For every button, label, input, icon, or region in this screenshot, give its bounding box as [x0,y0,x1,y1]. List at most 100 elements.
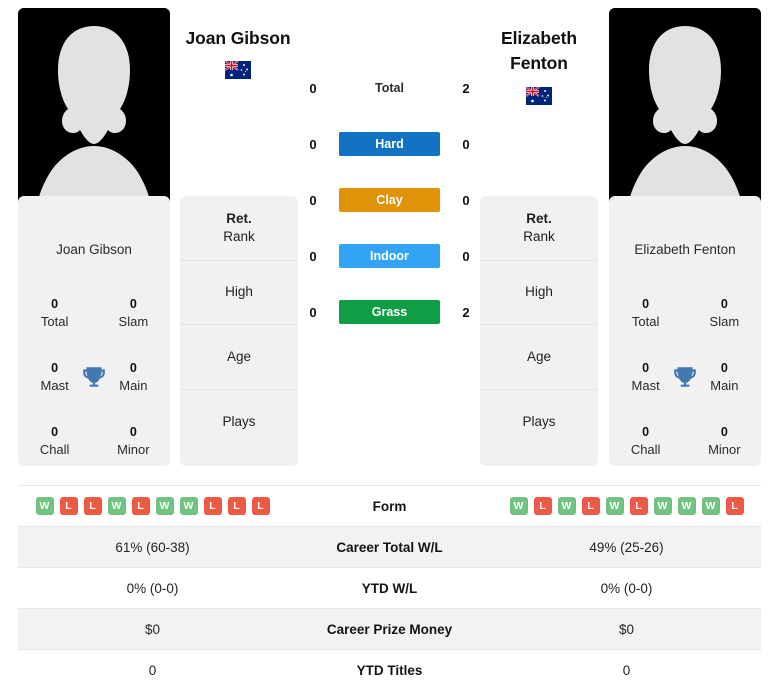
stat-mast-left: 0 Mast [32,359,77,395]
h2h-left-score: 0 [309,248,317,264]
australia-flag-glyph [526,86,552,105]
stat-chall-value-left: 0 [51,425,59,440]
stat-minor-label-left: Minor [117,442,150,458]
attribute-plays-right: Plays [480,390,598,455]
comparison-row: 0% (0-0) YTD W/L 0% (0-0) [18,567,761,608]
stat-chall-right: 0 Chall [623,423,668,459]
form-badge-win[interactable]: W [605,497,624,515]
stat-slam-right: 0 Slam [702,295,747,331]
form-badge-loss[interactable]: L [59,497,78,515]
h2h-left-score: 0 [309,136,317,152]
h2h-row-total: 0 Total 2 [300,60,479,116]
stat-mast-label-left: Mast [40,378,69,394]
form-badge-loss[interactable]: L [131,497,150,515]
comparison-row-label: Form [372,498,407,514]
person-silhouette-icon [18,8,170,223]
attribute-age-label-right: Age [526,348,552,364]
h2h-surface-badge-clay[interactable]: Clay [339,188,440,212]
form-badge-win[interactable]: W [509,497,528,515]
stat-mast-label-right: Mast [631,378,660,394]
player-photo-left [18,8,170,223]
titles-grid-left: 0 Total 0 Slam 0 Mast 0 Main 0 Chall 0 M… [18,281,170,473]
form-badge-win[interactable]: W [653,497,672,515]
player-attributes-card-right: Ret. Rank High Age Plays [480,196,598,466]
comparison-row-label: YTD W/L [361,580,418,596]
trophy-icon [668,364,701,390]
player-name-left: Joan Gibson [185,28,291,48]
player-card-name-left: Joan Gibson [56,242,132,257]
h2h-right-score: 0 [462,192,470,208]
h2h-surface-badge-grass[interactable]: Grass [339,300,440,324]
form-strip-right: WLWLWLWWWL [492,497,761,515]
h2h-left-score: 0 [309,192,317,208]
stat-slam-label-right: Slam [709,314,740,330]
form-badge-win[interactable]: W [107,497,126,515]
comparison-value-right: 0 [622,662,631,678]
titles-grid-right: 0 Total 0 Slam 0 Mast 0 Main 0 Chall 0 M… [609,281,761,473]
stat-main-label-right: Main [710,378,739,394]
form-badge-loss[interactable]: L [629,497,648,515]
stat-chall-label-left: Chall [39,442,70,458]
h2h-surface-badge-total[interactable]: Total [339,76,440,100]
stat-chall-value-right: 0 [642,425,650,440]
comparison-value-right: 49% (25-26) [589,539,664,555]
stat-main-right: 0 Main [702,359,747,395]
attribute-high-label-left: High [225,284,253,300]
stat-chall-label-right: Chall [630,442,661,458]
form-badge-win[interactable]: W [155,497,174,515]
titles-row-total-slam-right: 0 Total 0 Slam [609,281,761,345]
attribute-age-left: Age [180,325,298,390]
trophy-icon-glyph [674,367,696,387]
titles-row-chall-minor-left: 0 Chall 0 Minor [18,409,170,473]
comparison-value-left: 61% (60-38) [115,539,190,555]
h2h-surface-badge-indoor[interactable]: Indoor [339,244,440,268]
stat-minor-left: 0 Minor [111,423,156,459]
titles-row-total-slam-left: 0 Total 0 Slam [18,281,170,345]
form-badge-loss[interactable]: L [251,497,270,515]
stat-minor-value-right: 0 [720,425,728,440]
form-badge-loss[interactable]: L [581,497,600,515]
head-to-head-top-section: Joan Gibson 0 Total 0 Slam 0 Mast 0 Main… [0,0,779,478]
attribute-ret-rank-right: Ret. Rank [480,196,598,261]
australia-flag-glyph [225,61,251,80]
attribute-ret-title-right: Ret. [526,210,552,226]
attribute-high-right: High [480,261,598,325]
stat-slam-value-left: 0 [129,297,137,312]
h2h-row-indoor: 0 Indoor 0 [300,228,479,284]
stat-slam-value-right: 0 [720,297,728,312]
stat-minor-right: 0 Minor [702,423,747,459]
form-badge-win[interactable]: W [35,497,54,515]
form-badge-loss[interactable]: L [203,497,222,515]
attribute-age-right: Age [480,325,598,390]
form-badge-win[interactable]: W [701,497,720,515]
stat-main-value-right: 0 [720,361,728,376]
form-badge-loss[interactable]: L [533,497,552,515]
form-badge-win[interactable]: W [179,497,198,515]
trophy-icon [77,364,110,390]
stat-total-value-left: 0 [51,297,59,312]
stat-total-right: 0 Total [623,295,668,331]
form-badge-loss[interactable]: L [83,497,102,515]
form-badge-win[interactable]: W [677,497,696,515]
stat-total-left: 0 Total [32,295,77,331]
attribute-plays-label-right: Plays [522,413,556,429]
comparison-row-label: Career Prize Money [326,621,453,637]
h2h-row-clay: 0 Clay 0 [300,172,479,228]
comparison-value-right: $0 [618,621,635,637]
comparison-row: $0 Career Prize Money $0 [18,608,761,649]
form-badge-loss[interactable]: L [725,497,744,515]
comparison-value-right: 0% (0-0) [600,580,653,596]
attribute-rank-label-left: Rank [223,228,255,244]
comparison-row-label: Career Total W/L [336,539,443,555]
h2h-right-score: 2 [462,304,470,320]
stat-chall-left: 0 Chall [32,423,77,459]
stat-slam-left: 0 Slam [111,295,156,331]
comparison-value-left: 0% (0-0) [126,580,179,596]
comparison-row: W L L W L W W L L L Form W L W L W L W W W L [18,485,761,526]
titles-row-mast-main-left: 0 Mast 0 Main [18,345,170,409]
h2h-surface-badge-hard[interactable]: Hard [339,132,440,156]
h2h-right-score: 0 [462,248,470,264]
form-badge-loss[interactable]: L [227,497,246,515]
form-badge-win[interactable]: W [557,497,576,515]
titles-row-mast-main-right: 0 Mast 0 Main [609,345,761,409]
